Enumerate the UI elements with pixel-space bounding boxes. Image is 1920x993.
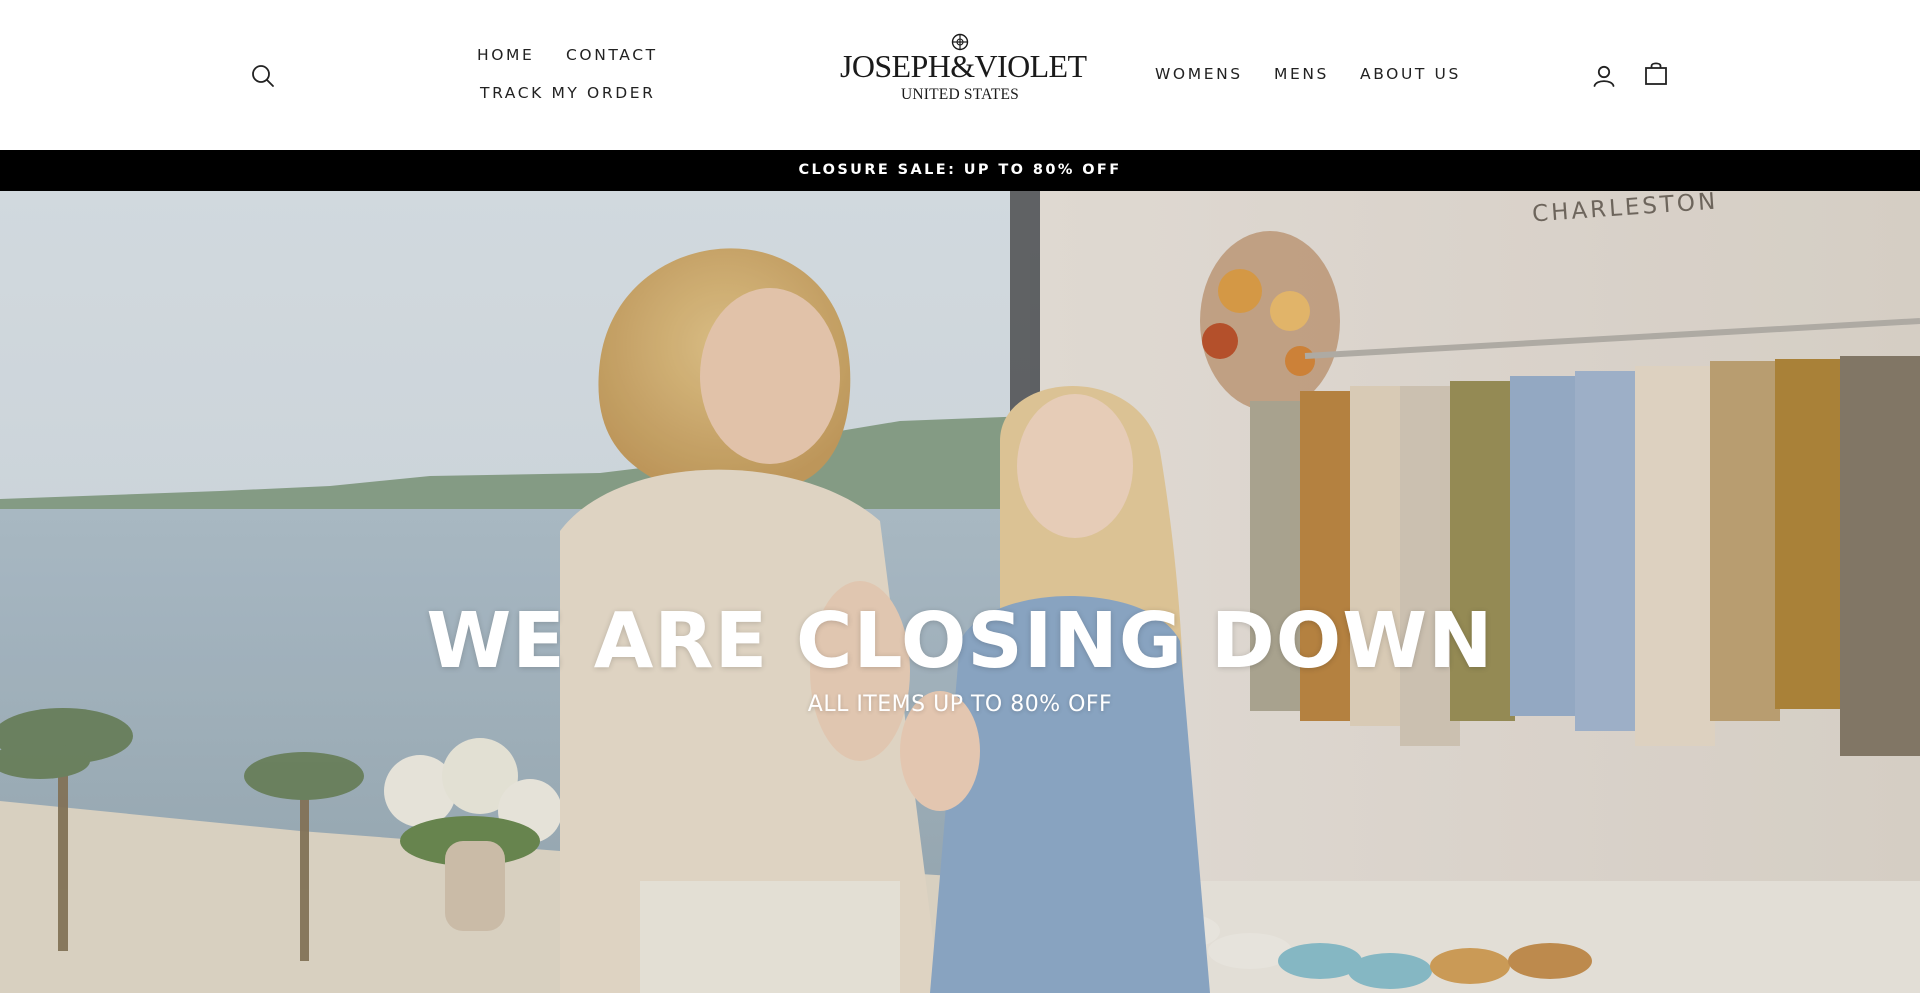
announcement-text[interactable]: CLOSURE SALE: UP TO 80% OFF bbox=[798, 162, 1121, 178]
hero-subtitle: ALL ITEMS UP TO 80% OFF bbox=[807, 692, 1113, 717]
hero-overlay bbox=[0, 191, 1920, 993]
hero-title: WE ARE CLOSING DOWN bbox=[426, 597, 1494, 686]
hero-banner[interactable]: CHARLESTON WE ARE CLOSING DOWN ALL ITEMS… bbox=[0, 191, 1920, 993]
user-icon bbox=[1593, 65, 1615, 87]
logo-region: UNITED STATES bbox=[900, 86, 1020, 103]
account-button[interactable] bbox=[1589, 61, 1619, 91]
announcement-bar: CLOSURE SALE: UP TO 80% OFF bbox=[0, 150, 1920, 191]
nav-link-about-us[interactable]: ABOUT US bbox=[1360, 65, 1461, 83]
site-header: HOME CONTACT TRACK MY ORDER JOSEPH&VIOLE… bbox=[0, 0, 1920, 150]
nav-link-womens[interactable]: WOMENS bbox=[1155, 65, 1243, 83]
search-button[interactable] bbox=[248, 61, 278, 91]
cart-button[interactable] bbox=[1641, 59, 1671, 89]
site-logo[interactable]: JOSEPH&VIOLET UNITED STATES bbox=[840, 30, 1087, 110]
nav-link-contact[interactable]: CONTACT bbox=[566, 46, 658, 64]
nav-link-mens[interactable]: MENS bbox=[1274, 65, 1329, 83]
nav-link-home[interactable]: HOME bbox=[477, 46, 534, 64]
bag-icon bbox=[1645, 62, 1667, 85]
logo-wordmark: JOSEPH&VIOLET bbox=[840, 48, 1087, 84]
nav-link-track-my-order[interactable]: TRACK MY ORDER bbox=[480, 84, 656, 102]
search-icon bbox=[252, 65, 274, 87]
